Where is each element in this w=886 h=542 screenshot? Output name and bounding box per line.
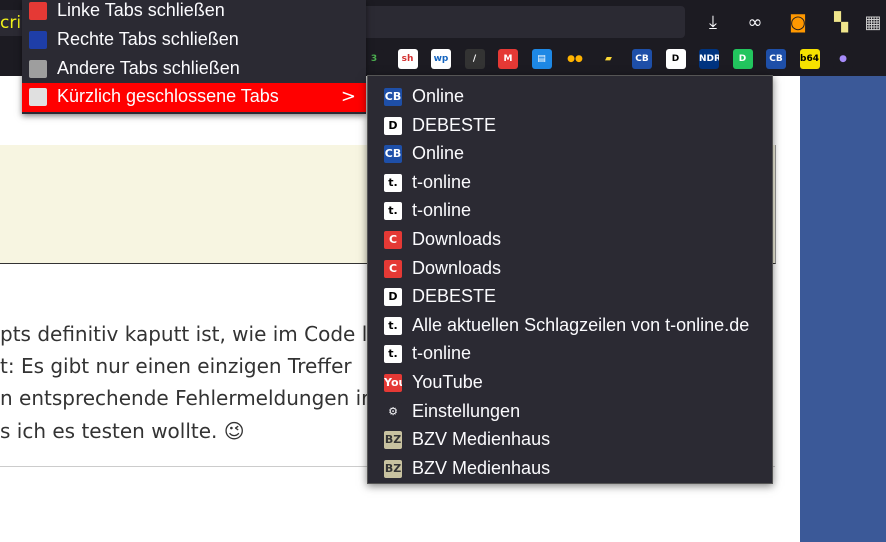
submenu-item-label: DEBESTE	[412, 286, 497, 307]
bookmark-favicon-d[interactable]: D	[665, 49, 686, 69]
bookmark-favicon-3[interactable]: 3	[364, 49, 384, 69]
submenu-item-label: Online	[412, 86, 465, 106]
submenu-item-label: Downloads	[412, 229, 502, 249]
submenu-item-label: t-online	[412, 171, 472, 192]
downloads-favicon: C	[384, 259, 402, 278]
tab-context-menu: Linke Tabs schließen Rechte Tabs schließ…	[22, 0, 366, 114]
menu-item-close-other-tabs[interactable]: Andere Tabs schließen	[22, 55, 366, 84]
recently-closed-tabs-icon	[29, 88, 47, 106]
download-icon[interactable]: ⤓	[700, 10, 726, 36]
cb-favicon: CB	[384, 88, 402, 106]
menu-item-label: Rechte Tabs schließen	[57, 29, 239, 49]
downloads-favicon: C	[384, 231, 402, 249]
url-fragment: crip	[0, 10, 24, 36]
t-online-favicon: t.	[384, 202, 402, 221]
article-line: s ich es testen wollte. 😉	[0, 419, 245, 443]
t-online-favicon: t.	[384, 173, 402, 192]
bookmark-favicon-sh[interactable]: sh	[397, 49, 418, 69]
t-online-favicon: t.	[384, 316, 402, 335]
menu-item-label: Andere Tabs schließen	[57, 58, 240, 78]
submenu-item[interactable]: t. t-online	[368, 168, 772, 196]
bookmark-favicon-pen[interactable]: /	[464, 49, 485, 69]
submenu-item[interactable]: C Downloads	[368, 225, 772, 253]
bookmark-favicon-chat[interactable]: ▤	[531, 49, 552, 69]
bookmark-favicon-m[interactable]: M	[498, 49, 518, 69]
submenu-item[interactable]: BZ BZV Medienhaus	[368, 454, 772, 482]
submenu-item[interactable]: t. t-online	[368, 339, 772, 367]
bzv-favicon: BZ	[384, 459, 402, 478]
bzv-favicon: BZ	[384, 431, 402, 450]
submenu-item[interactable]: BZ BZV Medienhaus	[368, 425, 772, 453]
bookmark-favicon-b64[interactable]: b64	[799, 49, 820, 69]
extension-orange-icon[interactable]: ◙	[785, 10, 811, 36]
bookmark-favicon-d-green[interactable]: D	[732, 49, 753, 69]
submenu-item-label: Alle aktuellen Schlagzeilen von t-online…	[412, 314, 750, 335]
right-sidebar	[800, 76, 886, 542]
gear-icon: ⚙	[384, 402, 402, 421]
extension-yellow-icon[interactable]: ▚	[828, 10, 854, 36]
chevron-right-icon: >	[340, 86, 356, 107]
submenu-item[interactable]: D DEBESTE	[368, 282, 772, 310]
submenu-item[interactable]: t. t-online	[368, 196, 772, 224]
submenu-item[interactable]: D DEBESTE	[368, 111, 772, 139]
mask-icon[interactable]: ∞	[742, 10, 768, 36]
submenu-item-label: BZV Medienhaus	[412, 457, 551, 478]
debeste-favicon: D	[384, 116, 402, 135]
article-line: n entsprechende Fehlermeldungen ir	[0, 386, 370, 410]
recently-closed-submenu: CB Online D DEBESTE CB Online t. t-online t. t-on…	[367, 75, 773, 484]
submenu-item-label: Online	[412, 143, 465, 164]
submenu-item-label: YouTube	[412, 372, 483, 392]
menu-item-label: Linke Tabs schließen	[57, 0, 225, 20]
bookmark-favicon-pin[interactable]: ●	[833, 49, 853, 69]
menu-item-close-right-tabs[interactable]: Rechte Tabs schließen	[22, 26, 366, 55]
bookmark-favicon-cb2[interactable]: CB	[766, 49, 786, 69]
submenu-item[interactable]: C Downloads	[368, 254, 772, 282]
address-bar[interactable]	[360, 6, 685, 38]
close-left-tabs-icon	[29, 2, 47, 20]
submenu-item-label: Downloads	[412, 257, 502, 278]
youtube-favicon: You	[384, 374, 402, 392]
bookmark-favicon-dots[interactable]: ●●	[565, 49, 585, 69]
submenu-item[interactable]: CB Online	[368, 82, 772, 110]
submenu-item[interactable]: t. Alle aktuellen Schlagzeilen von t-onli…	[368, 311, 772, 339]
menu-item-close-left-tabs[interactable]: Linke Tabs schließen	[22, 0, 366, 26]
article-line: pts definitiv kaputt ist, wie im Code l	[0, 322, 368, 346]
close-right-tabs-icon	[29, 31, 47, 49]
submenu-item[interactable]: You YouTube	[368, 368, 772, 396]
bookmark-favicon-folder[interactable]: ▰	[598, 49, 619, 69]
submenu-item-label: BZV Medienhaus	[412, 429, 551, 450]
submenu-item[interactable]: ⚙ Einstellungen	[368, 397, 772, 425]
submenu-item-label: t-online	[412, 200, 472, 221]
bookmark-favicon-cb[interactable]: CB	[632, 49, 652, 69]
debeste-favicon: D	[384, 288, 402, 307]
t-online-favicon: t.	[384, 345, 402, 364]
bookmark-favicon-wp[interactable]: wp	[431, 49, 451, 69]
submenu-item-label: t-online	[412, 343, 472, 364]
bookmark-favicon-ndr[interactable]: NDR	[699, 49, 719, 69]
extension-film-icon[interactable]: ▦	[860, 10, 886, 36]
cb-favicon: CB	[384, 145, 402, 164]
menu-item-recently-closed-tabs[interactable]: Kürzlich geschlossene Tabs >	[22, 83, 366, 112]
submenu-item-label: Einstellungen	[412, 400, 521, 421]
menu-item-label: Kürzlich geschlossene Tabs	[57, 86, 279, 106]
close-other-tabs-icon	[29, 60, 47, 78]
article-line: t: Es gibt nur einen einzigen Treffer	[0, 354, 352, 378]
submenu-item-label: DEBESTE	[412, 114, 497, 135]
submenu-item[interactable]: CB Online	[368, 139, 772, 167]
